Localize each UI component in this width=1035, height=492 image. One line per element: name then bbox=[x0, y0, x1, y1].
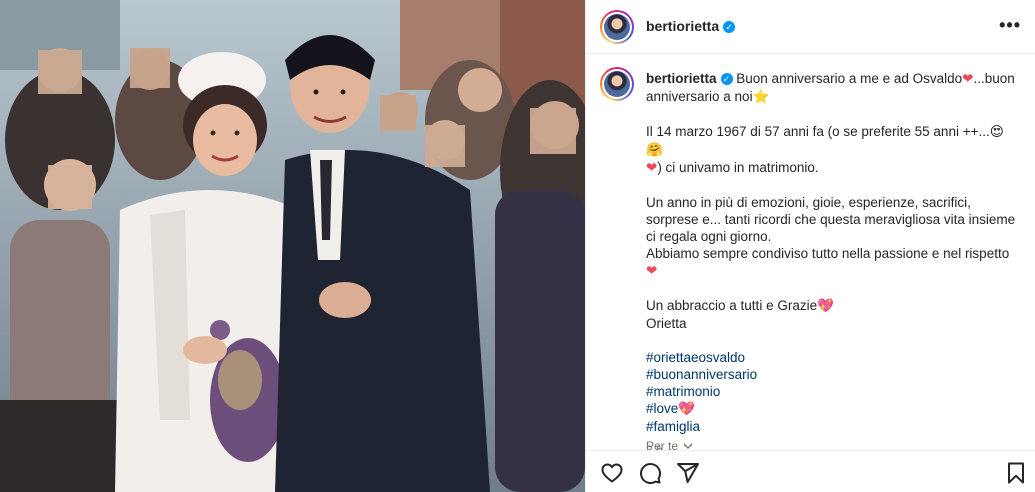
caption-verified-badge-icon: ✓ bbox=[720, 73, 733, 85]
more-options-icon[interactable]: ••• bbox=[999, 16, 1021, 34]
hashtag-link[interactable]: #oriettaeosvaldo bbox=[646, 349, 1016, 366]
share-icon[interactable] bbox=[676, 461, 700, 485]
see-translation-link[interactable]: Per te bbox=[646, 439, 693, 450]
hashtag-link[interactable]: #famiglia bbox=[646, 418, 1016, 435]
post-header: bertiorietta ✓ ••• bbox=[586, 0, 1035, 54]
author-username[interactable]: bertiorietta bbox=[646, 18, 719, 34]
sparkling-heart-emoji: 💖 bbox=[678, 401, 696, 417]
author-username-link[interactable]: bertiorietta ✓ bbox=[646, 18, 736, 34]
post-side-panel: bertiorietta ✓ ••• bertiorietta ✓ Buon ann… bbox=[585, 0, 1035, 492]
caption-para4: Un abbraccio a tutti e Grazie bbox=[646, 298, 818, 313]
caption-para3-line1: Un anno in più di emozioni, gioie, esper… bbox=[646, 195, 1016, 244]
instagram-post: bertiorietta ✓ ••• bertiorietta ✓ Buon ann… bbox=[0, 0, 1035, 492]
verified-badge-icon: ✓ bbox=[723, 21, 736, 33]
heart-emoji: ❤ bbox=[646, 263, 658, 279]
hashtag-link[interactable]: #love bbox=[646, 401, 678, 416]
caption-area: bertiorietta ✓ Buon anniversario a me e a… bbox=[586, 55, 1035, 450]
heart-icon[interactable] bbox=[600, 461, 624, 485]
translate-label[interactable]: Per te bbox=[646, 439, 678, 450]
author-avatar[interactable] bbox=[600, 10, 634, 44]
bookmark-icon[interactable] bbox=[1004, 461, 1028, 485]
sparkling-heart-emoji: 💖 bbox=[817, 298, 834, 314]
wedding-photo-illustration bbox=[0, 0, 585, 492]
caption-signature: Orietta bbox=[646, 316, 687, 331]
hashtag-list: #oriettaeosvaldo #buonanniversario #matr… bbox=[646, 349, 1016, 435]
post-timestamp[interactable]: 3 h bbox=[646, 442, 1016, 450]
post-caption: bertiorietta ✓ Buon anniversario a me e a… bbox=[646, 70, 1016, 450]
post-actions-bar bbox=[586, 450, 1035, 492]
caption-line1: Buon anniversario a me e ad Osvaldo bbox=[736, 71, 963, 86]
caption-para3-line2: Abbiamo sempre condiviso tutto nella pas… bbox=[646, 246, 1010, 261]
heart-emoji: ❤ bbox=[962, 71, 974, 87]
post-photo[interactable] bbox=[0, 0, 585, 492]
caption-username-link[interactable]: bertiorietta bbox=[646, 71, 717, 86]
star-emoji: ⭐ bbox=[752, 89, 770, 105]
hashtag-link[interactable]: #matrimonio bbox=[646, 383, 1016, 400]
comment-icon[interactable] bbox=[638, 461, 662, 485]
caption-author-avatar[interactable] bbox=[600, 67, 634, 101]
caption-para2-rest: ) ci univamo in matrimonio. bbox=[657, 160, 819, 175]
heart-emoji: ❤ bbox=[646, 160, 658, 176]
caption-para2: Il 14 marzo 1967 di 57 anni fa (o se pre… bbox=[646, 124, 990, 139]
chevron-down-icon bbox=[683, 443, 693, 449]
hashtag-link[interactable]: #buonanniversario bbox=[646, 366, 1016, 383]
